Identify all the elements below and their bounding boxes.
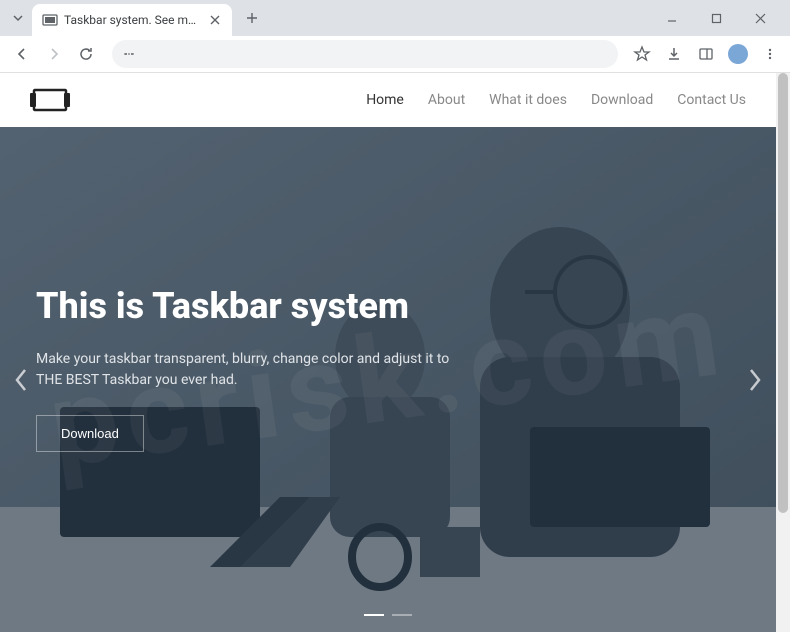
avatar-icon bbox=[728, 44, 748, 64]
maximize-button[interactable] bbox=[702, 4, 730, 32]
nav-what-it-does[interactable]: What it does bbox=[489, 92, 567, 108]
hero-content: This is Taskbar system Make your taskbar… bbox=[36, 287, 466, 452]
site-logo-icon[interactable] bbox=[30, 86, 70, 114]
carousel-dot-1[interactable] bbox=[364, 614, 384, 616]
nav-home[interactable]: Home bbox=[366, 92, 404, 108]
back-button[interactable] bbox=[8, 40, 36, 68]
minimize-button[interactable] bbox=[658, 4, 686, 32]
carousel-dot-2[interactable] bbox=[392, 614, 412, 616]
window-controls bbox=[658, 4, 782, 32]
browser-chrome: Taskbar system. See more - do... bbox=[0, 0, 790, 73]
site-nav: Home About What it does Download Contact… bbox=[366, 92, 746, 108]
hero-title: This is Taskbar system bbox=[36, 287, 466, 327]
tab-bar: Taskbar system. See more - do... bbox=[0, 0, 790, 36]
download-button[interactable]: Download bbox=[36, 415, 144, 452]
tab-favicon-icon bbox=[42, 12, 58, 28]
page-content: Home About What it does Download Contact… bbox=[0, 73, 776, 632]
site-header: Home About What it does Download Contact… bbox=[0, 73, 776, 127]
browser-tab[interactable]: Taskbar system. See more - do... bbox=[32, 4, 232, 36]
forward-button[interactable] bbox=[40, 40, 68, 68]
page-viewport: Home About What it does Download Contact… bbox=[0, 73, 790, 632]
carousel-next-button[interactable] bbox=[740, 360, 770, 400]
reload-button[interactable] bbox=[72, 40, 100, 68]
tab-title: Taskbar system. See more - do... bbox=[64, 13, 202, 27]
side-panel-button[interactable] bbox=[694, 42, 718, 66]
window-close-button[interactable] bbox=[746, 4, 774, 32]
site-info-icon[interactable] bbox=[122, 47, 136, 61]
bookmark-button[interactable] bbox=[630, 42, 654, 66]
downloads-button[interactable] bbox=[662, 42, 686, 66]
scrollbar-thumb[interactable] bbox=[778, 73, 788, 513]
address-bar[interactable] bbox=[112, 40, 618, 68]
hero-subtitle: Make your taskbar transparent, blurry, c… bbox=[36, 349, 466, 391]
tabs-dropdown-button[interactable] bbox=[8, 8, 28, 28]
close-icon[interactable] bbox=[208, 13, 222, 27]
toolbar-actions bbox=[630, 42, 782, 66]
nav-about[interactable]: About bbox=[428, 92, 465, 108]
browser-toolbar bbox=[0, 36, 790, 72]
nav-contact-us[interactable]: Contact Us bbox=[677, 92, 746, 108]
vertical-scrollbar[interactable] bbox=[776, 73, 790, 632]
profile-button[interactable] bbox=[726, 42, 750, 66]
hero-section: pcrisk.com This is Taskbar system Make y… bbox=[0, 127, 776, 632]
carousel-indicators bbox=[364, 614, 412, 616]
browser-menu-button[interactable] bbox=[758, 42, 782, 66]
nav-download[interactable]: Download bbox=[591, 92, 653, 108]
new-tab-button[interactable] bbox=[238, 4, 266, 32]
carousel-prev-button[interactable] bbox=[6, 360, 36, 400]
